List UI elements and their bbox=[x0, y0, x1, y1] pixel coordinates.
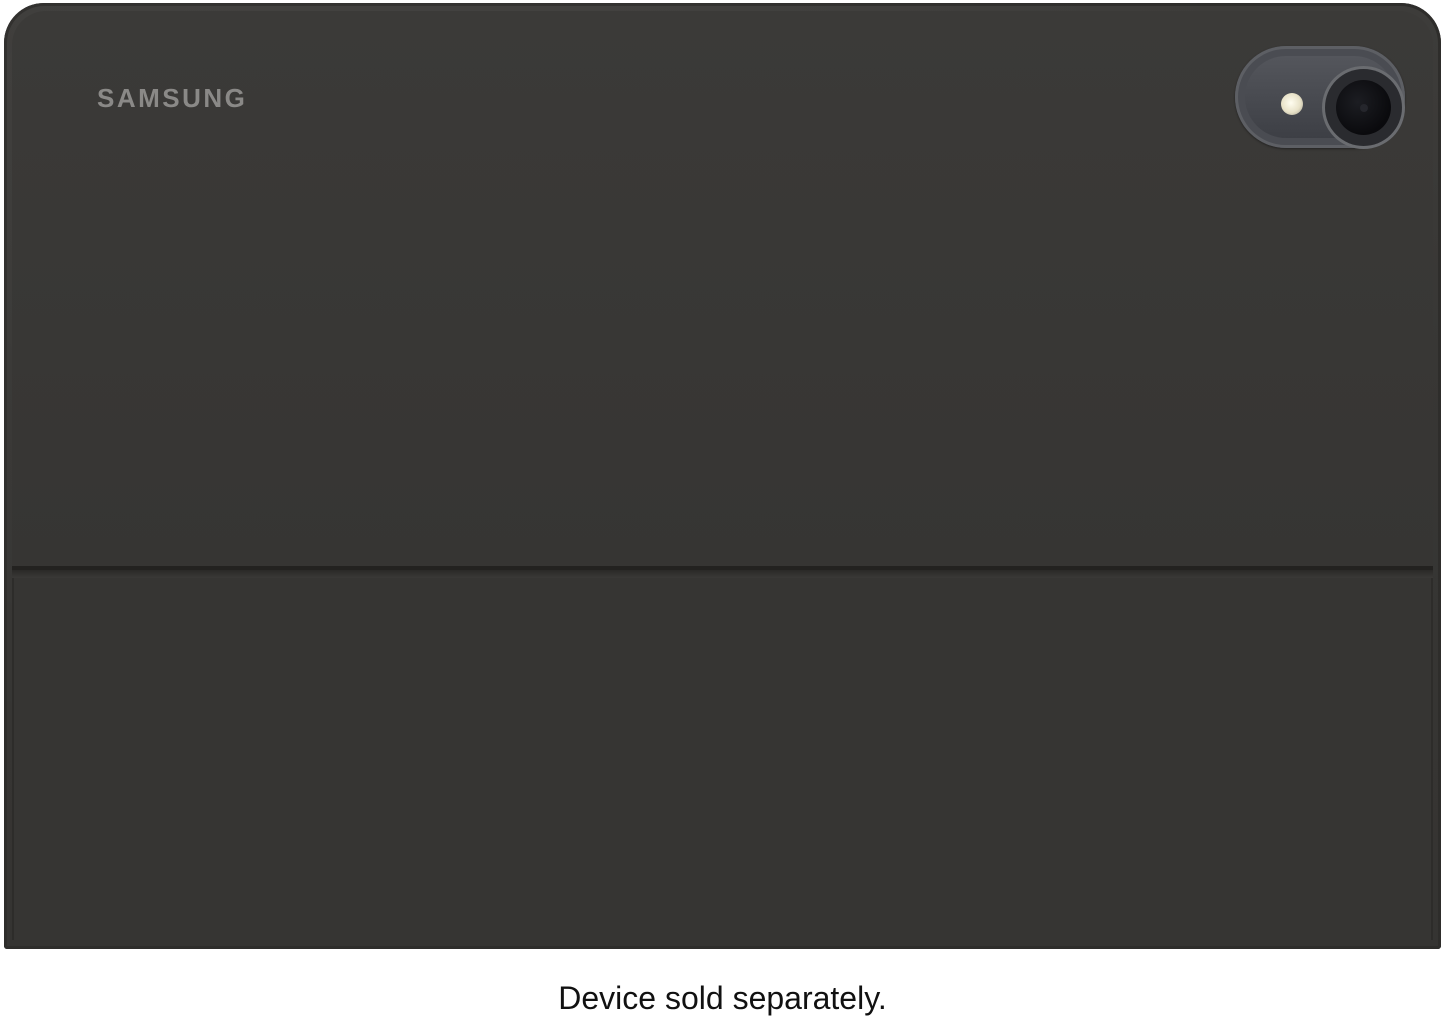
camera-lens-icon bbox=[1336, 80, 1391, 135]
cover-fold-edge bbox=[12, 570, 1433, 578]
cover-lower-panel bbox=[12, 578, 1433, 940]
product-caption: Device sold separately. bbox=[558, 980, 887, 1016]
camera-module-inner bbox=[1245, 56, 1402, 146]
lens-center bbox=[1360, 104, 1368, 112]
samsung-logo: SAMSUNG bbox=[97, 83, 248, 113]
flash-icon bbox=[1281, 93, 1303, 115]
camera-cutout bbox=[1235, 46, 1405, 148]
keyboard-cover-case: SAMSUNG bbox=[4, 3, 1441, 949]
camera-lens-ring bbox=[1325, 69, 1402, 146]
